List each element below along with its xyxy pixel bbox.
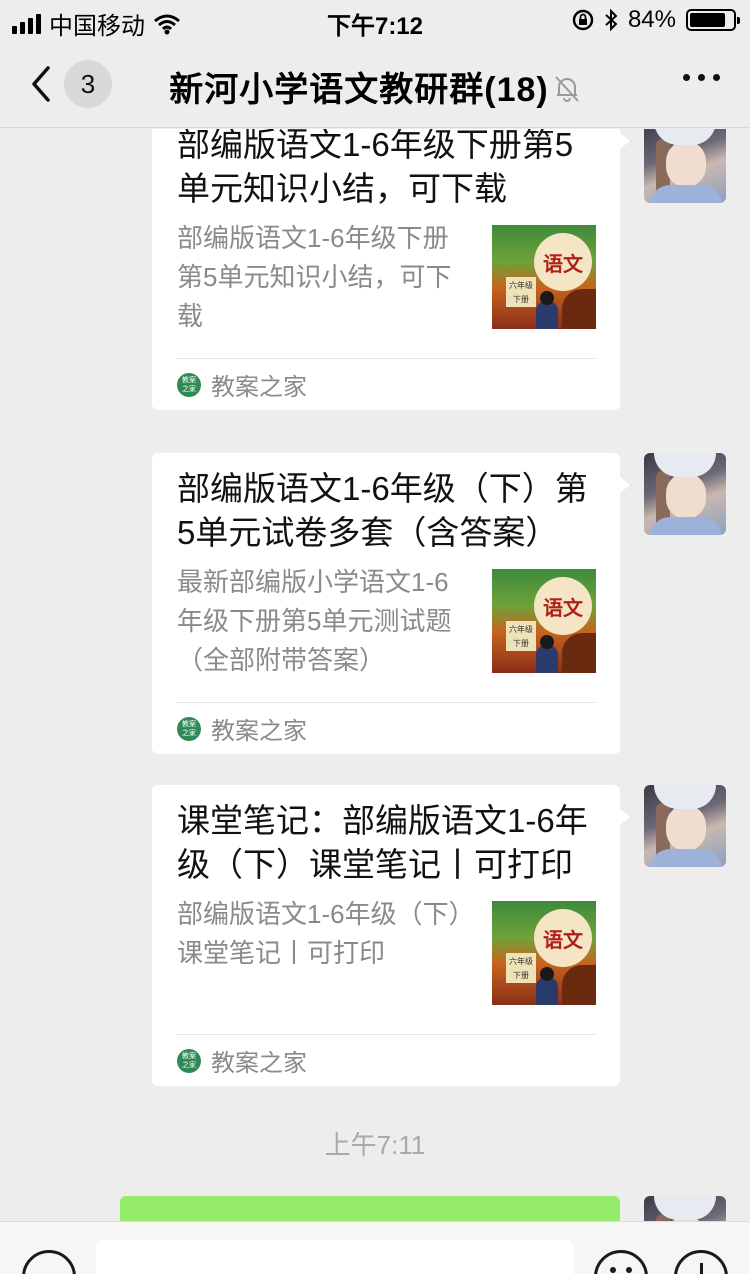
rotation-lock-icon (572, 9, 594, 31)
source-name: 教案之家 (211, 374, 307, 401)
card-description: 部编版语文1-6年级下册第5单元知识小结，可下载 (177, 223, 452, 331)
thumb-title: 语文 (534, 577, 592, 635)
source-name: 教案之家 (211, 718, 307, 745)
card-body: 部编版语文1-6年级下册第5单元知识小结，可下载 语文 六年级 下册 (177, 219, 596, 336)
outgoing-bubble[interactable] (120, 1196, 620, 1221)
thumb-grade: 六年级 下册 (506, 953, 536, 983)
avatar[interactable] (644, 453, 726, 535)
card-body: 最新部编版小学语文1-6年级下册第5单元测试题（全部附带答案） 语文 六年级 下… (177, 563, 596, 680)
card-body: 部编版语文1-6年级（下）课堂笔记丨可打印 语文 六年级 下册 (177, 895, 596, 1012)
thumb-figure (536, 291, 558, 329)
chat-title: 新河小学语文教研群(18) (169, 71, 549, 109)
card-thumbnail: 语文 六年级 下册 (492, 901, 596, 1005)
link-card[interactable]: 部编版语文1-6年级下册第5单元知识小结，可下载 部编版语文1-6年级下册第5单… (152, 129, 630, 410)
battery-fill (690, 13, 726, 27)
card-title: 部编版语文1-6年级（下）第5单元试卷多套（含答案） (177, 470, 588, 551)
avatar[interactable] (644, 785, 726, 867)
chat-title-wrap: 新河小学语文教研群(18) (0, 62, 750, 112)
thumb-figure (536, 635, 558, 673)
bell-off-icon (553, 73, 581, 112)
card-thumbnail: 语文 六年级 下册 (492, 569, 596, 673)
source-logo-icon: 教案 之家 (177, 1048, 201, 1073)
thumb-grade: 六年级 下册 (506, 621, 536, 651)
more-options-button[interactable] (683, 74, 720, 81)
avatar[interactable] (644, 129, 726, 203)
dot-icon (683, 74, 690, 81)
dot-icon (713, 74, 720, 81)
card-description: 最新部编版小学语文1-6年级下册第5单元测试题（全部附带答案） (177, 567, 452, 675)
plus-icon[interactable] (674, 1250, 728, 1274)
card-footer: 教案 之家 教案之家 (177, 1034, 596, 1086)
source-logo-icon: 教案 之家 (177, 372, 201, 397)
input-bar (0, 1221, 750, 1274)
link-card[interactable]: 部编版语文1-6年级（下）第5单元试卷多套（含答案） 最新部编版小学语文1-6年… (152, 453, 630, 754)
card-footer: 教案 之家 教案之家 (177, 702, 596, 754)
source-name: 教案之家 (211, 1050, 307, 1077)
chat-header: 3 新河小学语文教研群(18) (0, 40, 750, 128)
voice-icon[interactable] (22, 1250, 76, 1274)
thumb-decor (562, 965, 596, 1005)
message-timestamp: 上午7:11 (324, 1130, 426, 1160)
battery-icon (686, 9, 740, 31)
emoji-icon[interactable] (594, 1250, 648, 1274)
thumb-grade: 六年级 下册 (506, 277, 536, 307)
thumb-decor (562, 289, 596, 329)
thumb-title: 语文 (534, 909, 592, 967)
message-input[interactable] (96, 1240, 574, 1274)
card-thumbnail: 语文 六年级 下册 (492, 225, 596, 329)
thumb-figure (536, 967, 558, 1005)
source-logo-icon: 教案 之家 (177, 716, 201, 741)
card-title: 部编版语文1-6年级下册第5单元知识小结，可下载 (177, 129, 574, 207)
card-description: 部编版语文1-6年级（下）课堂笔记丨可打印 (177, 899, 462, 968)
thumb-decor (562, 633, 596, 673)
dot-icon (698, 74, 705, 81)
status-bar: 中国移动 下午7:12 84% (0, 0, 750, 40)
thumb-title: 语文 (534, 233, 592, 291)
bluetooth-icon (605, 9, 618, 31)
battery-percent: 84% (627, 6, 676, 33)
card-footer: 教案 之家 教案之家 (177, 358, 596, 410)
status-right: 84% (572, 6, 740, 34)
chat-messages[interactable]: 部编版语文1-6年级下册第5单元知识小结，可下载 部编版语文1-6年级下册第5单… (0, 129, 750, 1221)
avatar[interactable] (644, 1196, 726, 1221)
link-card[interactable]: 课堂笔记：部编版语文1-6年级（下）课堂笔记丨可打印 部编版语文1-6年级（下）… (152, 785, 630, 1086)
card-title: 课堂笔记：部编版语文1-6年级（下）课堂笔记丨可打印 (177, 802, 588, 883)
